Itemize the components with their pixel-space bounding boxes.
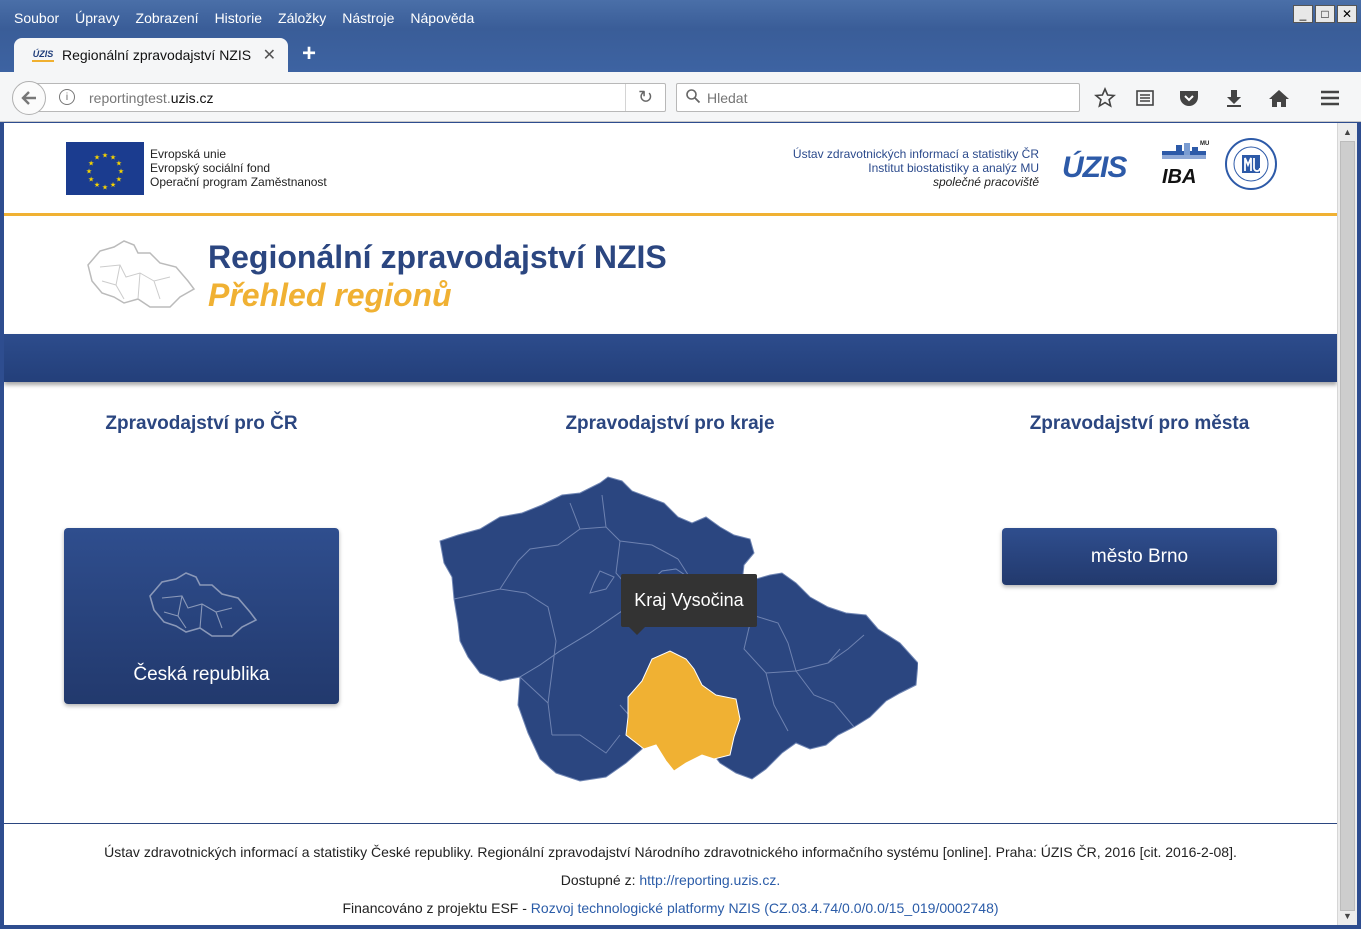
hamburger-menu-icon[interactable] <box>1317 85 1343 111</box>
cr-heading: Zpravodajství pro ČR <box>105 413 298 434</box>
tab-regionalni-zpravodajstvi[interactable]: ÚZIS Regionální zpravodajství NZIS ✕ <box>14 38 288 72</box>
eu-star: ★ <box>88 175 94 183</box>
maximize-button[interactable]: □ <box>1315 5 1335 23</box>
kraje-heading: Zpravodajství pro kraje <box>565 413 775 434</box>
eu-funding-text: Evropská unie Evropský sociální fond Ope… <box>150 147 327 189</box>
download-icon[interactable] <box>1221 85 1247 111</box>
url-text: reportingtest.uzis.cz <box>89 90 214 106</box>
page-subtitle: Přehled regionů <box>208 277 452 313</box>
scroll-up-icon[interactable]: ▲ <box>1338 123 1357 140</box>
menu-napoveda[interactable]: Nápověda <box>402 6 482 30</box>
menu-upravy[interactable]: Úpravy <box>67 6 127 30</box>
partner-uzis: Ústav zdravotnických informací a statist… <box>792 147 1039 161</box>
financed-label: Financováno z projektu ESF - <box>342 900 527 916</box>
eu-star: ★ <box>94 181 100 189</box>
eu-line-2: Evropský sociální fond <box>150 161 271 175</box>
ceska-republika-label: Česká republika <box>133 664 270 685</box>
eu-stars-icon: ★ ★★★★★★★★★★★ <box>86 151 124 191</box>
new-tab-button[interactable]: + <box>296 40 322 67</box>
eu-line-1: Evropská unie <box>150 147 227 161</box>
eu-star: ★ <box>116 159 122 167</box>
tab-close-icon[interactable]: ✕ <box>263 45 276 65</box>
partner-note: společné pracoviště <box>932 175 1039 189</box>
region-tooltip: Kraj Vysočina <box>621 574 757 635</box>
url-bar[interactable]: i reportingtest.uzis.cz ↻ <box>30 83 666 112</box>
bookmark-star-icon[interactable] <box>1092 85 1118 111</box>
tab-title: Regionální zpravodajství NZIS <box>62 47 252 63</box>
window-controls: _ □ ✕ <box>1293 5 1357 23</box>
partners-text: Ústav zdravotnických informací a statist… <box>793 147 1039 189</box>
eu-flag-logo: ★ ★ ★ ★ ★ ★ ★ ★ ★ ★ ★ ★ <box>66 142 144 195</box>
footer-available: Dostupné z: http://reporting.uzis.cz. <box>4 872 1337 888</box>
partner-iba: Institut biostatistiky a analýz MU <box>868 161 1039 175</box>
browser-titlebar: Soubor Úpravy Zobrazení Historie Záložky… <box>0 0 1361 72</box>
vertical-scrollbar[interactable]: ▲ ▼ <box>1337 123 1357 925</box>
eu-star: ★ <box>94 153 100 161</box>
menu-historie[interactable]: Historie <box>207 6 270 30</box>
footer-financed: Financováno z projektu ESF - Rozvoj tech… <box>4 900 1337 916</box>
svg-text:MU: MU <box>1200 141 1209 147</box>
eu-star: ★ <box>110 181 116 189</box>
mesto-brno-button[interactable]: město Brno <box>1002 528 1277 585</box>
header-divider <box>4 213 1337 216</box>
eu-line-3: Operační program Zaměstnanost <box>150 175 327 189</box>
search-icon <box>685 88 701 108</box>
regions-map <box>439 476 918 782</box>
eu-star: ★ <box>116 175 122 183</box>
menu-bar: Soubor Úpravy Zobrazení Historie Záložky… <box>6 6 482 30</box>
ceska-republika-button[interactable]: Česká republika <box>64 528 339 704</box>
footer-divider <box>4 823 1337 824</box>
eu-star: ★ <box>118 167 124 175</box>
bookmarks-list-icon[interactable] <box>1132 85 1158 111</box>
scrollbar-thumb[interactable] <box>1340 141 1355 911</box>
mesta-heading: Zpravodajství pro města <box>1029 413 1250 434</box>
reload-icon[interactable]: ↻ <box>625 84 665 111</box>
search-input[interactable] <box>707 88 1067 108</box>
eu-star: ★ <box>102 151 108 159</box>
czech-map-icon <box>149 572 258 637</box>
navigation-toolbar: i reportingtest.uzis.cz ↻ <box>0 72 1361 122</box>
search-bar[interactable] <box>676 83 1080 112</box>
svg-text:IBA: IBA <box>1162 166 1196 188</box>
uzis-favicon-icon: ÚZIS <box>32 48 54 62</box>
page-content: ★ ★ ★ ★ ★ ★ ★ ★ ★ ★ ★ ★ Evropská unie Evropský soci… <box>4 123 1337 925</box>
esf-project-link[interactable]: Rozvoj technologické platformy NZIS (CZ.… <box>531 900 999 916</box>
available-label: Dostupné z: <box>560 872 636 888</box>
iba-logo[interactable]: MU IBA <box>1156 139 1210 189</box>
uzis-logo[interactable]: ÚZIS <box>1062 151 1127 185</box>
pocket-icon[interactable] <box>1176 85 1202 111</box>
eu-star: ★ <box>102 183 108 191</box>
reporting-link[interactable]: http://reporting.uzis.cz. <box>639 872 780 888</box>
footer-citation: Ústav zdravotnických informací a statist… <box>104 844 1237 860</box>
info-icon[interactable]: i <box>59 89 75 105</box>
back-button[interactable] <box>12 81 46 115</box>
menu-zalozky[interactable]: Záložky <box>270 6 334 30</box>
navigation-band <box>4 334 1337 382</box>
eu-star: ★ <box>86 167 92 175</box>
menu-nastroje[interactable]: Nástroje <box>334 6 402 30</box>
menu-soubor[interactable]: Soubor <box>6 6 67 30</box>
menu-zobrazeni[interactable]: Zobrazení <box>128 6 207 30</box>
home-icon[interactable] <box>1266 85 1292 111</box>
back-arrow-icon <box>21 91 36 105</box>
page-title: Regionální zpravodajství NZIS <box>208 239 667 275</box>
close-window-button[interactable]: ✕ <box>1337 5 1357 23</box>
minimize-button[interactable]: _ <box>1293 5 1313 23</box>
czech-outline-logo <box>87 240 196 308</box>
scroll-down-icon[interactable]: ▼ <box>1338 907 1357 924</box>
masaryk-university-seal-logo[interactable] <box>1224 137 1278 191</box>
